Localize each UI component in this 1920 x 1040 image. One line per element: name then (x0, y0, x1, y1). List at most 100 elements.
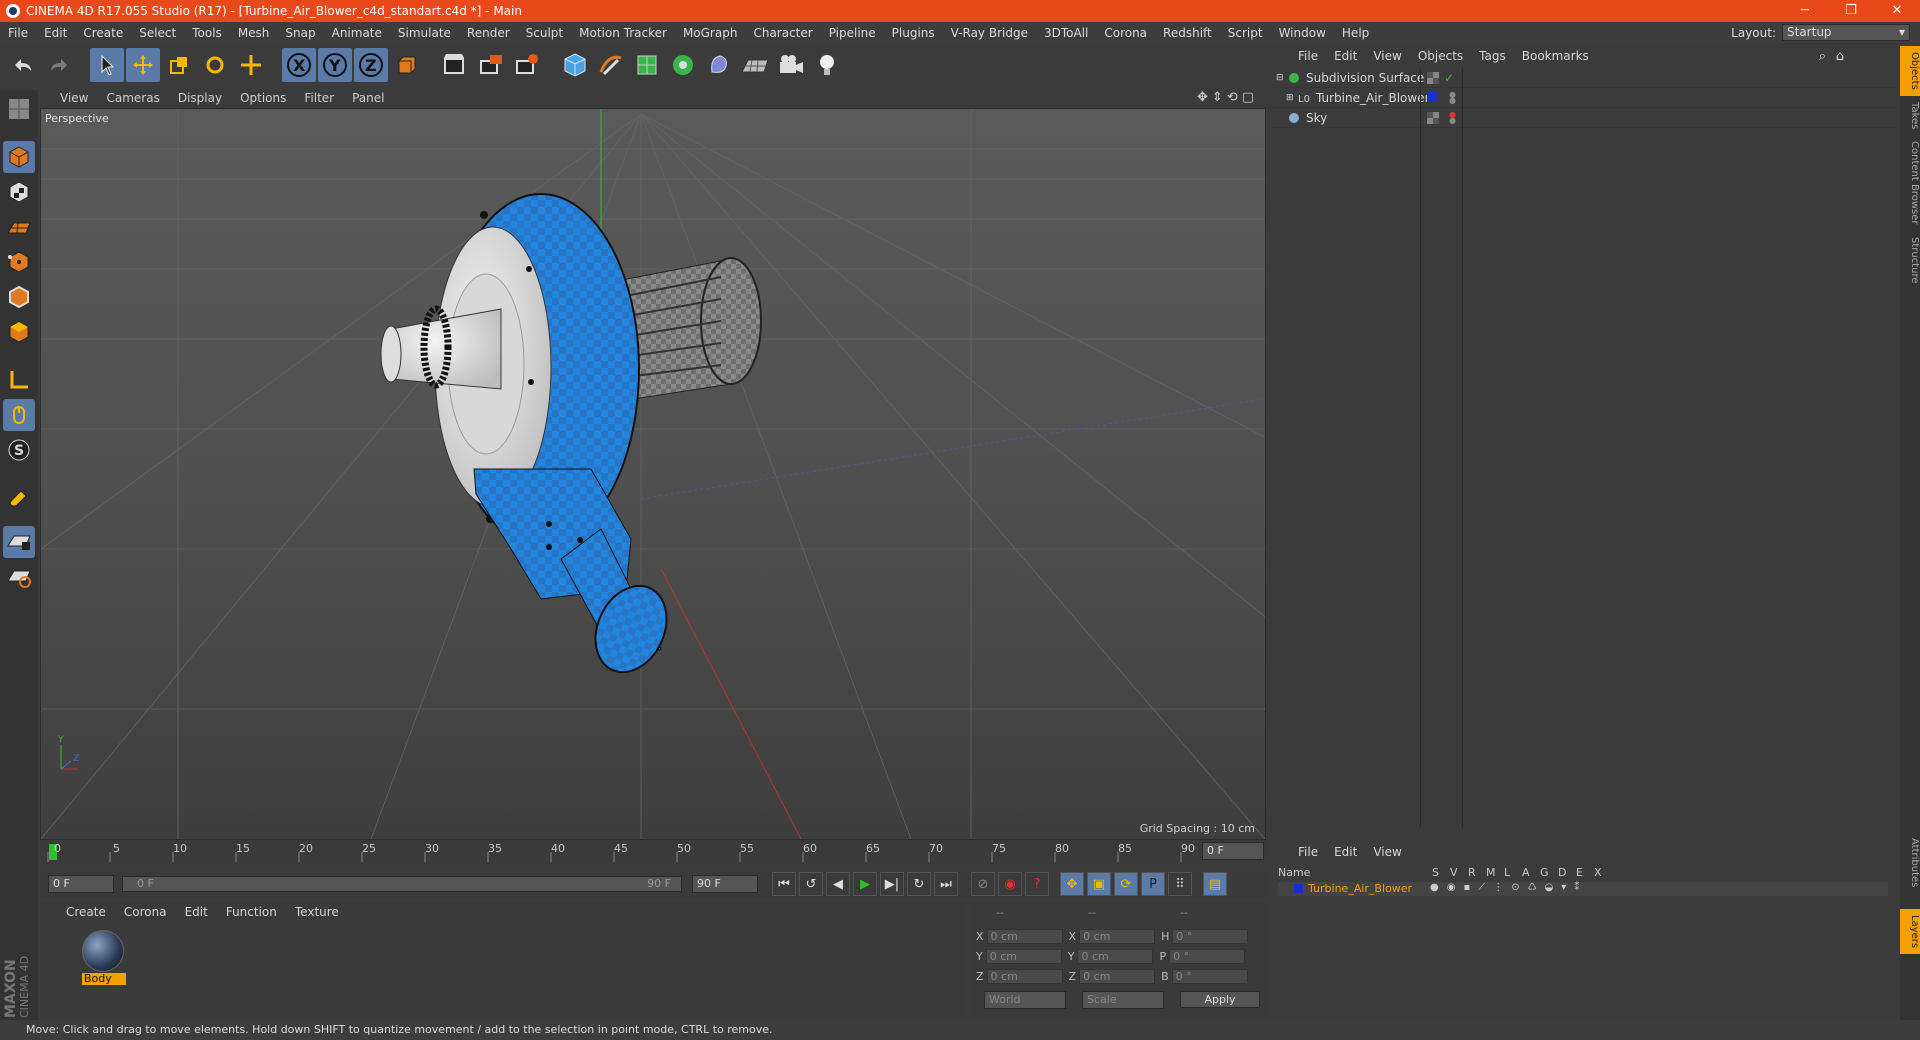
autokey-icon[interactable]: ◉ (998, 872, 1022, 896)
material-menu-create[interactable]: Create (66, 905, 106, 919)
camera-icon[interactable] (774, 48, 808, 82)
menu-simulate[interactable]: Simulate (390, 26, 459, 40)
make-editable-icon[interactable] (3, 93, 35, 125)
apply-button[interactable]: Apply (1180, 991, 1260, 1008)
menu-plugins[interactable]: Plugins (884, 26, 943, 40)
rotation-h-field[interactable]: 0 ° (1172, 928, 1249, 944)
tag-checker-icon[interactable] (1427, 111, 1439, 124)
material-menu-corona[interactable]: Corona (124, 905, 167, 919)
next-key-icon[interactable]: ↻ (907, 872, 931, 896)
floor-environment-icon[interactable] (738, 48, 772, 82)
solo-mode-icon[interactable]: S (3, 434, 35, 466)
frame-range-slider[interactable]: 0 F 90 F (122, 876, 682, 892)
menu-snap[interactable]: Snap (277, 26, 323, 40)
object-menu-objects[interactable]: Objects (1418, 49, 1463, 63)
position-z-field[interactable]: 0 cm (986, 968, 1063, 984)
workplane-mode-icon[interactable] (3, 211, 35, 243)
enabled-check-icon[interactable]: ✓ (1444, 71, 1454, 85)
scale-tool-icon[interactable] (162, 48, 196, 82)
menu-select[interactable]: Select (131, 26, 184, 40)
object-row-turbine-air-blower[interactable]: ⊞ L0 Turbine_Air_Blower ● ● (1272, 88, 1896, 108)
side-tab-attributes[interactable]: Attributes (1900, 832, 1920, 893)
coordinate-system-icon[interactable] (390, 48, 424, 82)
pen-spline-icon[interactable] (594, 48, 628, 82)
menu-pipeline[interactable]: Pipeline (821, 26, 884, 40)
menu-3dtoall[interactable]: 3DToAll (1036, 26, 1096, 40)
key-point-level-icon[interactable]: ⠿ (1168, 872, 1192, 896)
menu-tools[interactable]: Tools (184, 26, 230, 40)
menu-render[interactable]: Render (459, 26, 518, 40)
object-menu-bookmarks[interactable]: Bookmarks (1522, 49, 1589, 63)
restore-icon[interactable]: ❐ (1828, 0, 1874, 22)
layer-menu-file[interactable]: File (1298, 845, 1318, 859)
side-tab-objects[interactable]: Objects (1900, 46, 1920, 96)
select-tool-icon[interactable] (90, 48, 124, 82)
rotation-b-field[interactable]: 0 ° (1171, 968, 1248, 984)
menu-redshift[interactable]: Redshift (1155, 26, 1220, 40)
next-frame-icon[interactable]: ▶| (880, 872, 904, 896)
subdivision-surface-icon[interactable] (630, 48, 664, 82)
start-frame-field[interactable]: 0 F (48, 875, 114, 893)
key-position-icon[interactable]: ✥ (1060, 872, 1084, 896)
key-rotation-icon[interactable]: ⟳ (1114, 872, 1138, 896)
go-to-end-icon[interactable]: ⏭ (934, 872, 958, 896)
keyframe-selection-icon[interactable]: ? (1025, 872, 1049, 896)
menu-edit[interactable]: Edit (36, 26, 75, 40)
record-keyframe-icon[interactable]: ⊘ (971, 872, 995, 896)
close-icon[interactable]: ✕ (1874, 0, 1920, 22)
visibility-dots-icon[interactable]: ● ● (1449, 90, 1456, 104)
object-row-sky[interactable]: Sky ● ● (1272, 108, 1896, 128)
object-menu-file[interactable]: File (1298, 49, 1318, 63)
mograph-cloner-icon[interactable] (666, 48, 700, 82)
viewport-navigation-icons[interactable]: ✥⇕⟲▢ (1197, 90, 1258, 105)
size-mode-select[interactable]: Scale (1082, 991, 1164, 1009)
size-y-field[interactable]: 0 cm (1077, 948, 1154, 964)
visibility-dots-icon[interactable]: ● ● (1449, 110, 1456, 124)
minimize-icon[interactable]: ─ (1782, 0, 1828, 22)
transform-tool-icon[interactable] (234, 48, 268, 82)
menu-character[interactable]: Character (745, 26, 820, 40)
go-to-start-icon[interactable]: ⏮ (772, 872, 796, 896)
material-menu-edit[interactable]: Edit (185, 905, 208, 919)
material-body[interactable]: Body (82, 930, 126, 985)
rotation-p-field[interactable]: 0 ° (1169, 948, 1246, 964)
object-manager-search-icon[interactable]: ⌕ (1819, 49, 1826, 64)
viewport-menu-view[interactable]: View (60, 91, 88, 105)
layer-menu-view[interactable]: View (1373, 845, 1401, 859)
layer-toggle-icons[interactable]: ●◉▪⟋⋮⊙♺◒▾⁑ (1430, 882, 1587, 893)
texture-mode-icon[interactable] (3, 176, 35, 208)
menu-corona[interactable]: Corona (1096, 26, 1155, 40)
menu-animate[interactable]: Animate (324, 26, 390, 40)
layer-color-icon[interactable] (1294, 883, 1306, 895)
viewport-canvas[interactable]: Y Z Grid Spacing : 10 cm (41, 109, 1265, 839)
deformer-icon[interactable] (702, 48, 736, 82)
layer-color-icon[interactable] (1427, 91, 1439, 104)
side-tab-layers[interactable]: Layers (1900, 908, 1920, 954)
viewport-menu-cameras[interactable]: Cameras (106, 91, 159, 105)
timeline-ruler[interactable]: 0 5 10 15 20 25 30 35 40 45 50 55 60 65 … (40, 840, 1266, 862)
timeline-window-icon[interactable]: ▤ (1203, 872, 1227, 896)
cube-object-icon[interactable] (558, 48, 592, 82)
planar-workplane-icon[interactable] (3, 561, 35, 593)
light-icon[interactable] (810, 48, 844, 82)
object-menu-edit[interactable]: Edit (1334, 49, 1357, 63)
key-parameter-icon[interactable]: P (1141, 872, 1165, 896)
object-row-subdivision-surface[interactable]: ⊟ Subdivision Surface ✓ (1272, 68, 1896, 88)
tweak-mode-icon[interactable] (3, 399, 35, 431)
polygons-mode-icon[interactable] (3, 316, 35, 348)
x-axis-lock-icon[interactable]: X (282, 48, 316, 82)
y-axis-lock-icon[interactable]: Y (318, 48, 352, 82)
menu-sculpt[interactable]: Sculpt (518, 26, 571, 40)
side-tab-content-browser[interactable]: Content Browser (1900, 135, 1920, 230)
rotate-tool-icon[interactable] (198, 48, 232, 82)
layout-select[interactable]: Startup (1782, 24, 1910, 41)
layer-menu-edit[interactable]: Edit (1334, 845, 1357, 859)
axis-mode-icon[interactable] (3, 364, 35, 396)
render-settings-icon[interactable] (510, 48, 544, 82)
move-tool-icon[interactable] (126, 48, 160, 82)
current-frame-field[interactable]: 0 F (1202, 842, 1264, 860)
render-view-icon[interactable] (438, 48, 472, 82)
viewport-menu-panel[interactable]: Panel (352, 91, 384, 105)
edges-mode-icon[interactable] (3, 281, 35, 313)
object-menu-tags[interactable]: Tags (1479, 49, 1506, 63)
